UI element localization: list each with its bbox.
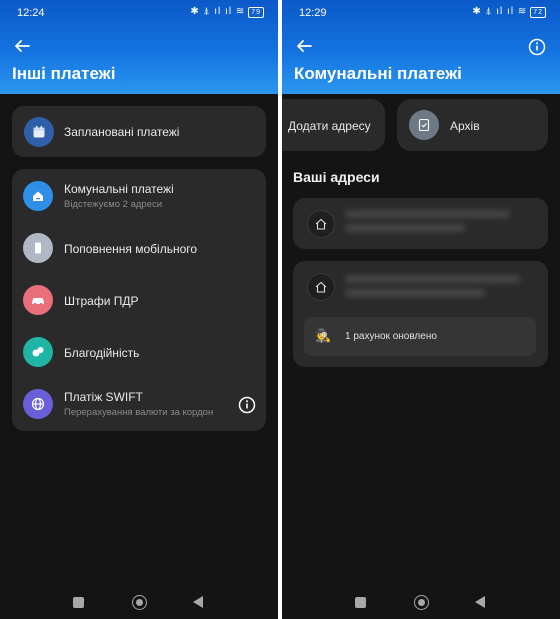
blurred-address-line <box>345 210 510 218</box>
archive-label: Архів <box>450 119 480 133</box>
house-icon <box>23 181 53 211</box>
scheduled-payments-label: Заплановані платежі <box>64 125 180 139</box>
section-title: Ваші адреси <box>293 169 380 185</box>
blurred-address-line <box>345 224 465 232</box>
item-label: Комунальні платежі <box>64 182 174 196</box>
back-arrow-icon[interactable] <box>12 36 32 56</box>
list-item-utility-payments[interactable]: Комунальні платежі Відстежуємо 2 адреси <box>12 169 266 225</box>
add-address-label: Додати адресу <box>288 119 371 133</box>
phone-screen-utility-payments: 12:29 ✱ ⍋ ıl ıl ≋ 72 Комунальні платежі Д… <box>282 0 560 619</box>
charity-hearts-icon <box>23 337 53 367</box>
page-title: Комунальні платежі <box>294 64 462 83</box>
item-sub: Перерахування валюти за кордон <box>64 407 214 418</box>
info-icon[interactable] <box>238 396 256 414</box>
recents-button[interactable] <box>73 597 84 608</box>
status-bar: 12:29 ✱ ⍋ ıl ıl ≋ 72 <box>282 0 560 26</box>
calendar-icon <box>24 117 54 147</box>
home-button[interactable] <box>414 595 429 610</box>
archive-button[interactable]: Архів <box>397 99 548 151</box>
archive-document-icon <box>409 110 439 140</box>
update-notice[interactable]: 🕵 1 рахунок оновлено <box>304 317 536 356</box>
address-card-2[interactable]: 🕵 1 рахунок оновлено <box>293 261 548 367</box>
list-item-mobile-topup[interactable]: Поповнення мобільного <box>12 221 266 277</box>
system-nav-bar <box>282 580 560 619</box>
status-icons: ✱ ⍋ ıl ıl ≋ 79 <box>190 6 264 18</box>
item-label: Поповнення мобільного <box>64 242 198 256</box>
update-notice-text: 1 рахунок оновлено <box>345 331 437 342</box>
header: 12:29 ✱ ⍋ ıl ıl ≋ 72 Комунальні платежі <box>282 0 560 94</box>
status-time: 12:29 <box>299 7 327 19</box>
blurred-address-line <box>345 289 485 297</box>
home-button[interactable] <box>132 595 147 610</box>
car-icon <box>23 285 53 315</box>
header: 12:24 ✱ ⍋ ıl ıl ≋ 79 Інші платежі <box>0 0 278 94</box>
globe-icon <box>23 389 53 419</box>
page-title: Інші платежі <box>12 64 116 83</box>
status-icons: ✱ ⍋ ıl ıl ≋ 72 <box>472 6 546 18</box>
add-address-button[interactable]: Додати адресу <box>282 99 385 151</box>
back-arrow-icon[interactable] <box>294 36 314 56</box>
item-label: Штрафи ПДР <box>64 294 139 308</box>
battery-icon: 79 <box>248 7 264 18</box>
phone-screen-other-payments: 12:24 ✱ ⍋ ıl ıl ≋ 79 Інші платежі Заплано… <box>0 0 278 619</box>
battery-icon: 72 <box>530 7 546 18</box>
list-item-charity[interactable]: Благодійність <box>12 325 266 381</box>
detective-icon: 🕵 <box>315 328 332 343</box>
list-item-swift[interactable]: Платіж SWIFT Перерахування валюти за кор… <box>12 377 266 433</box>
system-nav-bar <box>0 580 278 619</box>
info-icon[interactable] <box>528 38 546 56</box>
item-sub: Відстежуємо 2 адреси <box>64 199 163 210</box>
item-label: Платіж SWIFT <box>64 390 143 404</box>
house-icon <box>307 273 335 301</box>
back-button[interactable] <box>475 596 485 608</box>
status-time: 12:24 <box>17 7 45 19</box>
address-card-1[interactable] <box>293 198 548 249</box>
back-button[interactable] <box>193 596 203 608</box>
item-label: Благодійність <box>64 346 140 360</box>
list-item-traffic-fines[interactable]: Штрафи ПДР <box>12 273 266 329</box>
scheduled-payments-card[interactable]: Заплановані платежі <box>12 106 266 157</box>
blurred-address-line <box>345 275 520 283</box>
recents-button[interactable] <box>355 597 366 608</box>
phone-icon <box>23 233 53 263</box>
status-bar: 12:24 ✱ ⍋ ıl ıl ≋ 79 <box>0 0 278 26</box>
payments-list-card: Комунальні платежі Відстежуємо 2 адреси … <box>12 169 266 431</box>
house-icon <box>307 210 335 238</box>
